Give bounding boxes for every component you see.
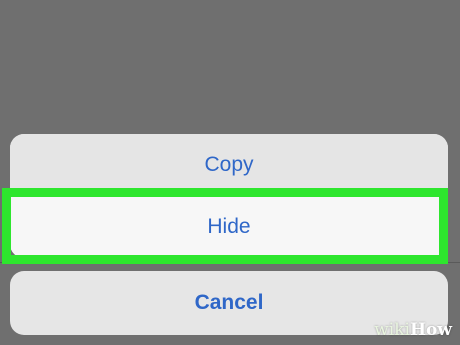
wikihow-watermark: wiki How bbox=[374, 319, 452, 341]
background-divider bbox=[0, 262, 460, 263]
hide-button[interactable]: Hide bbox=[10, 196, 448, 258]
copy-label: Copy bbox=[204, 153, 254, 176]
watermark-wiki: wiki bbox=[374, 320, 410, 340]
action-sheet: Copy Hide bbox=[10, 134, 448, 258]
copy-button[interactable]: Copy bbox=[10, 134, 448, 196]
watermark-how: How bbox=[409, 320, 452, 340]
cancel-label: Cancel bbox=[194, 291, 264, 314]
hide-label: Hide bbox=[207, 215, 251, 238]
